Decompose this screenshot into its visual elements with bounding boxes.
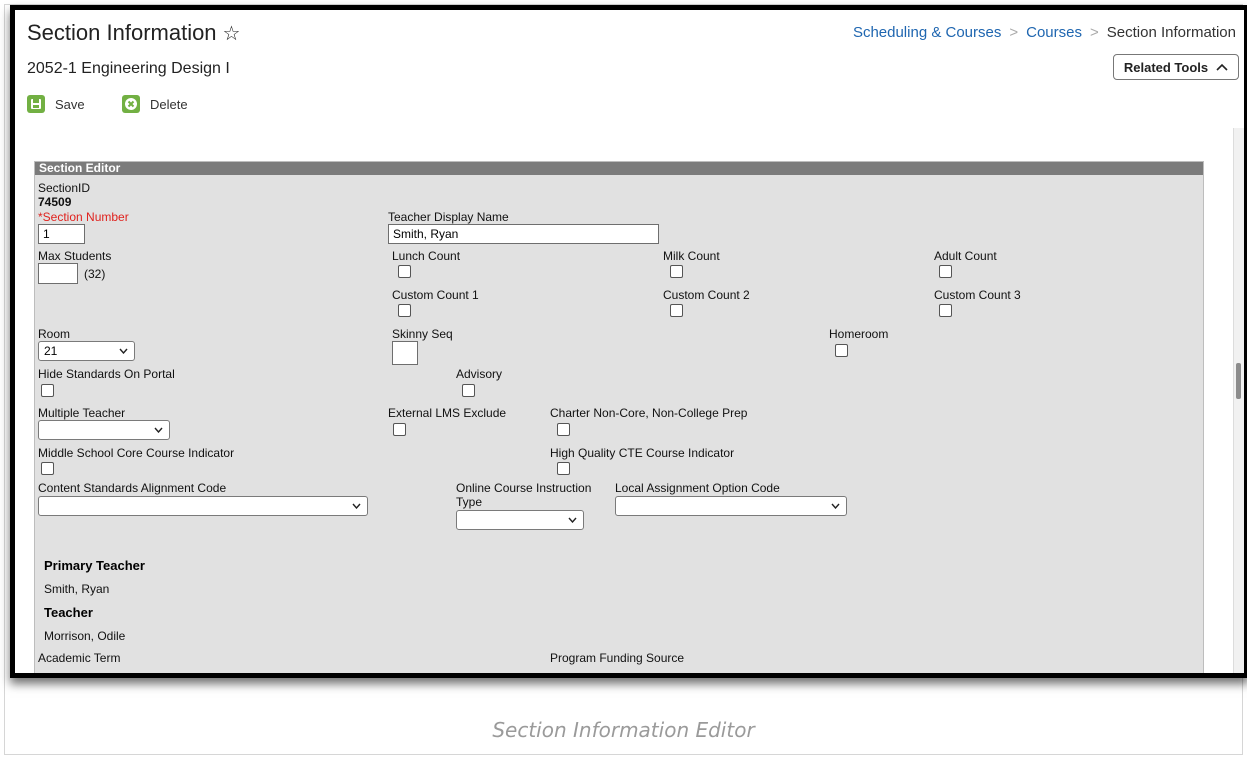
online-course-label: Online Course Instruction <box>456 481 592 495</box>
external-lms-label: External LMS Exclude <box>388 406 507 420</box>
page-title: Section Information ☆ <box>27 20 240 46</box>
charter-checkbox[interactable] <box>557 423 570 436</box>
room-select-value: 21 <box>44 344 58 358</box>
breadcrumb-separator-icon: > <box>1089 24 1099 41</box>
breadcrumb-courses[interactable]: Courses <box>1026 24 1082 41</box>
content-standards-select[interactable] <box>38 496 368 516</box>
milk-count-checkbox[interactable] <box>670 265 683 278</box>
section-id-label: SectionID <box>38 181 91 195</box>
related-tools-label: Related Tools <box>1123 59 1209 75</box>
section-editor-header: Section Editor <box>35 162 1203 175</box>
breadcrumb-current: Section Information <box>1106 24 1236 41</box>
chevron-down-icon <box>154 427 163 433</box>
content-standards-label: Content Standards Alignment Code <box>38 481 227 495</box>
multiple-teacher-select[interactable] <box>38 420 170 440</box>
local-assignment-label: Local Assignment Option Code <box>615 481 780 495</box>
custom-count-1-label: Custom Count 1 <box>392 288 479 302</box>
chevron-down-icon <box>119 348 128 354</box>
save-label: Save <box>55 96 85 112</box>
skinny-seq-label: Skinny Seq <box>392 327 453 341</box>
external-lms-checkbox[interactable] <box>393 423 406 436</box>
lunch-count-checkbox[interactable] <box>398 265 411 278</box>
teacher-display-label: Teacher Display Name <box>388 210 509 224</box>
program-funding-label: Program Funding Source <box>550 651 685 665</box>
online-course-select[interactable] <box>456 510 584 530</box>
favorite-star-icon[interactable]: ☆ <box>223 23 241 45</box>
chevron-down-icon <box>352 503 361 509</box>
primary-teacher-heading: Primary Teacher <box>44 558 145 573</box>
save-button[interactable]: Save <box>27 95 85 113</box>
figure-caption: Section Information Editor <box>492 718 755 742</box>
section-number-label: *Section Number <box>38 210 129 224</box>
cte-checkbox[interactable] <box>557 462 570 475</box>
max-students-hint: (32) <box>84 267 106 281</box>
multiple-teacher-label: Multiple Teacher <box>38 406 126 420</box>
scrollbar[interactable] <box>1233 128 1244 673</box>
section-number-input[interactable]: 1 <box>38 224 85 244</box>
hide-standards-checkbox[interactable] <box>41 384 54 397</box>
save-icon <box>27 95 45 113</box>
page-title-text: Section Information <box>27 20 217 45</box>
online-course-label-2: Type <box>456 495 483 509</box>
related-tools-button[interactable]: Related Tools <box>1113 54 1239 80</box>
teacher-heading: Teacher <box>44 605 93 620</box>
adult-count-label: Adult Count <box>934 249 997 263</box>
max-students-label: Max Students <box>38 249 112 263</box>
skinny-seq-input[interactable] <box>392 341 418 365</box>
cte-label: High Quality CTE Course Indicator <box>550 446 735 460</box>
custom-count-1-checkbox[interactable] <box>398 304 411 317</box>
delete-label: Delete <box>150 96 188 112</box>
delete-icon <box>122 95 140 113</box>
app-screenshot: Section Information ☆ Scheduling & Course… <box>10 5 1247 678</box>
room-label: Room <box>38 327 71 341</box>
primary-teacher-name: Smith, Ryan <box>44 582 110 596</box>
middle-school-checkbox[interactable] <box>41 462 54 475</box>
chevron-down-icon <box>831 503 840 509</box>
section-editor-panel: Section Editor SectionID 74509 *Section … <box>34 161 1204 673</box>
advisory-label: Advisory <box>456 367 503 381</box>
lunch-count-label: Lunch Count <box>392 249 461 263</box>
advisory-checkbox[interactable] <box>462 384 475 397</box>
delete-button[interactable]: Delete <box>122 95 188 113</box>
max-students-input[interactable] <box>38 263 78 284</box>
academic-term-label: Academic Term <box>38 651 121 665</box>
custom-count-2-checkbox[interactable] <box>670 304 683 317</box>
local-assignment-select[interactable] <box>615 496 847 516</box>
page-subtitle: 2052-1 Engineering Design I <box>27 60 230 77</box>
teacher-name: Morrison, Odile <box>44 629 126 643</box>
chevron-up-icon <box>1216 63 1228 71</box>
hide-standards-label: Hide Standards On Portal <box>38 367 175 381</box>
custom-count-2-label: Custom Count 2 <box>663 288 750 302</box>
middle-school-label: Middle School Core Course Indicator <box>38 446 235 460</box>
milk-count-label: Milk Count <box>663 249 720 263</box>
custom-count-3-checkbox[interactable] <box>939 304 952 317</box>
homeroom-label: Homeroom <box>829 327 889 341</box>
custom-count-3-label: Custom Count 3 <box>934 288 1021 302</box>
chevron-down-icon <box>568 517 577 523</box>
scrollbar-thumb[interactable] <box>1236 363 1241 399</box>
teacher-display-input[interactable]: Smith, Ryan <box>388 224 659 244</box>
adult-count-checkbox[interactable] <box>939 265 952 278</box>
breadcrumb-scheduling[interactable]: Scheduling & Courses <box>853 24 1001 41</box>
breadcrumb: Scheduling & Courses > Courses > Section Inf… <box>853 24 1236 41</box>
charter-label: Charter Non-Core, Non-College Prep <box>550 406 748 420</box>
section-id-value: 74509 <box>38 195 72 209</box>
homeroom-checkbox[interactable] <box>835 344 848 357</box>
room-select[interactable]: 21 <box>38 341 135 361</box>
breadcrumb-separator-icon: > <box>1009 24 1019 41</box>
